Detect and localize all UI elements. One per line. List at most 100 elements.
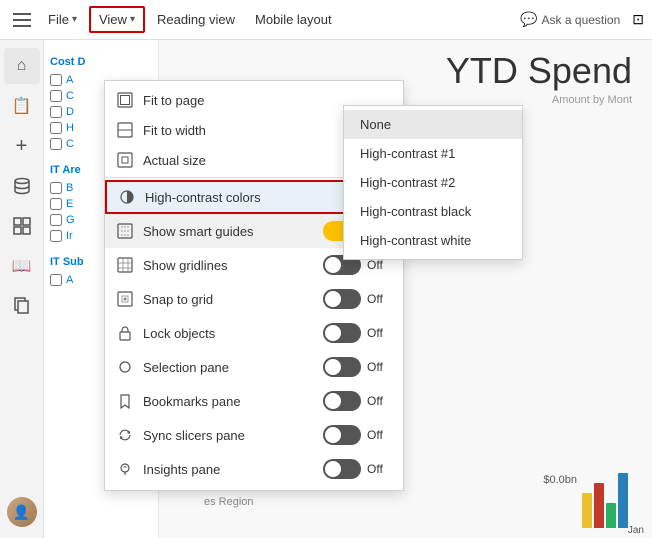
actual-size-icon bbox=[117, 152, 133, 168]
view-menu[interactable]: View ▾ bbox=[89, 6, 145, 33]
toggle-knob bbox=[325, 427, 341, 443]
sync-toggle-label: Off bbox=[367, 428, 387, 442]
submenu-item-hc1[interactable]: High-contrast #1 bbox=[344, 139, 522, 168]
contrast-icon bbox=[119, 189, 135, 205]
bookmarks-toggle-container: Off bbox=[323, 391, 387, 411]
filter-checkbox-g[interactable] bbox=[50, 214, 62, 226]
gridlines-toggle-label: Off bbox=[367, 258, 387, 272]
guides-icon bbox=[117, 223, 133, 239]
sync-slicers-pane-item[interactable]: Sync slicers pane Off bbox=[105, 418, 403, 452]
chart-bar-area bbox=[582, 448, 642, 528]
bookmarks-toggle-label: Off bbox=[367, 394, 387, 408]
lock-toggle-container: Off bbox=[323, 323, 387, 343]
selection-pane-label: Selection pane bbox=[143, 360, 313, 375]
submenu-item-hc2[interactable]: High-contrast #2 bbox=[344, 168, 522, 197]
sidebar-item-dashboard[interactable] bbox=[4, 208, 40, 244]
sync-icon bbox=[117, 427, 133, 443]
lock-icon bbox=[117, 325, 133, 341]
selection-pane-item[interactable]: Selection pane Off bbox=[105, 350, 403, 384]
file-chevron-icon: ▾ bbox=[72, 14, 77, 25]
lock-toggle[interactable] bbox=[323, 323, 361, 343]
show-smart-guides-label: Show smart guides bbox=[143, 224, 313, 239]
insights-pane-label: Insights pane bbox=[143, 462, 313, 477]
filter-checkbox-c2[interactable] bbox=[50, 138, 62, 150]
filter-checkbox-e[interactable] bbox=[50, 198, 62, 210]
sidebar-item-document[interactable]: 📋 bbox=[4, 88, 40, 124]
filter-checkbox-h[interactable] bbox=[50, 122, 62, 134]
lock-objects-label: Lock objects bbox=[143, 326, 313, 341]
snap-to-grid-label: Snap to grid bbox=[143, 292, 313, 307]
toggle-knob bbox=[325, 325, 341, 341]
report-subtitle: Amount by Mont bbox=[552, 94, 632, 106]
filter-checkbox-ir[interactable] bbox=[50, 230, 62, 242]
bookmarks-pane-label: Bookmarks pane bbox=[143, 394, 313, 409]
hamburger-menu[interactable] bbox=[8, 6, 36, 34]
sidebar-item-book[interactable]: 📖 bbox=[4, 248, 40, 284]
filter-checkbox-d[interactable] bbox=[50, 106, 62, 118]
insights-pane-item[interactable]: Insights pane Off bbox=[105, 452, 403, 486]
high-contrast-label: High-contrast colors bbox=[145, 190, 371, 205]
filter-checkbox-b[interactable] bbox=[50, 182, 62, 194]
chart-bar-3 bbox=[606, 503, 616, 528]
chart-bar-1 bbox=[582, 493, 592, 528]
grid-icon bbox=[117, 257, 133, 273]
toggle-knob bbox=[325, 359, 341, 375]
high-contrast-submenu: None High-contrast #1 High-contrast #2 H… bbox=[343, 105, 523, 260]
left-sidebar: ⌂ 📋 + 📖 👤 bbox=[0, 40, 44, 538]
main-content: Cost D A C D H C IT Are bbox=[44, 40, 652, 538]
insights-icon bbox=[117, 461, 133, 477]
sync-toggle-container: Off bbox=[323, 425, 387, 445]
nav-right: 💬 Ask a question ⊡ bbox=[520, 11, 644, 28]
sidebar-item-home[interactable]: ⌂ bbox=[4, 48, 40, 84]
show-gridlines-label: Show gridlines bbox=[143, 258, 313, 273]
insights-toggle[interactable] bbox=[323, 459, 361, 479]
selection-icon bbox=[117, 359, 133, 375]
submenu-item-hc-white[interactable]: High-contrast white bbox=[344, 226, 522, 255]
submenu-item-none[interactable]: None bbox=[344, 110, 522, 139]
view-chevron-icon: ▾ bbox=[130, 14, 135, 25]
reading-view-menu[interactable]: Reading view bbox=[149, 8, 243, 31]
lock-toggle-label: Off bbox=[367, 326, 387, 340]
spend-amount-label: $0.0bn bbox=[543, 474, 577, 486]
selection-toggle[interactable] bbox=[323, 357, 361, 377]
filter-checkbox-c1[interactable] bbox=[50, 90, 62, 102]
snap-to-grid-item[interactable]: Snap to grid Off bbox=[105, 282, 403, 316]
ask-question-button[interactable]: 💬 Ask a question bbox=[520, 11, 620, 28]
insights-toggle-label: Off bbox=[367, 462, 387, 476]
mobile-layout-menu[interactable]: Mobile layout bbox=[247, 8, 340, 31]
toggle-knob bbox=[325, 257, 341, 273]
submenu-item-hc-black[interactable]: High-contrast black bbox=[344, 197, 522, 226]
share-icon[interactable]: ⊡ bbox=[632, 11, 644, 28]
toggle-knob bbox=[325, 393, 341, 409]
file-menu[interactable]: File ▾ bbox=[40, 8, 85, 31]
cost-group-title: Cost D bbox=[50, 56, 154, 68]
sync-slicers-label: Sync slicers pane bbox=[143, 428, 313, 443]
fit-page-icon bbox=[117, 92, 133, 108]
snap-toggle-label: Off bbox=[367, 292, 387, 306]
snap-toggle-container: Off bbox=[323, 289, 387, 309]
bookmarks-icon bbox=[117, 393, 133, 409]
sync-toggle[interactable] bbox=[323, 425, 361, 445]
region-label: es Region bbox=[204, 496, 254, 508]
sidebar-item-pages[interactable] bbox=[4, 288, 40, 324]
selection-toggle-container: Off bbox=[323, 357, 387, 377]
jan-label: Jan bbox=[628, 525, 644, 536]
insights-toggle-container: Off bbox=[323, 459, 387, 479]
user-avatar[interactable]: 👤 bbox=[4, 494, 40, 530]
sidebar-item-database[interactable] bbox=[4, 168, 40, 204]
snap-toggle[interactable] bbox=[323, 289, 361, 309]
speech-bubble-icon: 💬 bbox=[520, 11, 537, 28]
bookmarks-pane-item[interactable]: Bookmarks pane Off bbox=[105, 384, 403, 418]
toggle-knob bbox=[325, 291, 341, 307]
avatar-image: 👤 bbox=[7, 497, 37, 527]
bookmarks-toggle[interactable] bbox=[323, 391, 361, 411]
lock-objects-item[interactable]: Lock objects Off bbox=[105, 316, 403, 350]
toggle-knob bbox=[325, 461, 341, 477]
filter-checkbox-a[interactable] bbox=[50, 74, 62, 86]
filter-checkbox-a2[interactable] bbox=[50, 274, 62, 286]
sidebar-item-add[interactable]: + bbox=[4, 128, 40, 164]
chart-bar-2 bbox=[594, 483, 604, 528]
chart-bar-4 bbox=[618, 473, 628, 528]
report-title: YTD Spend bbox=[446, 50, 632, 92]
selection-toggle-label: Off bbox=[367, 360, 387, 374]
